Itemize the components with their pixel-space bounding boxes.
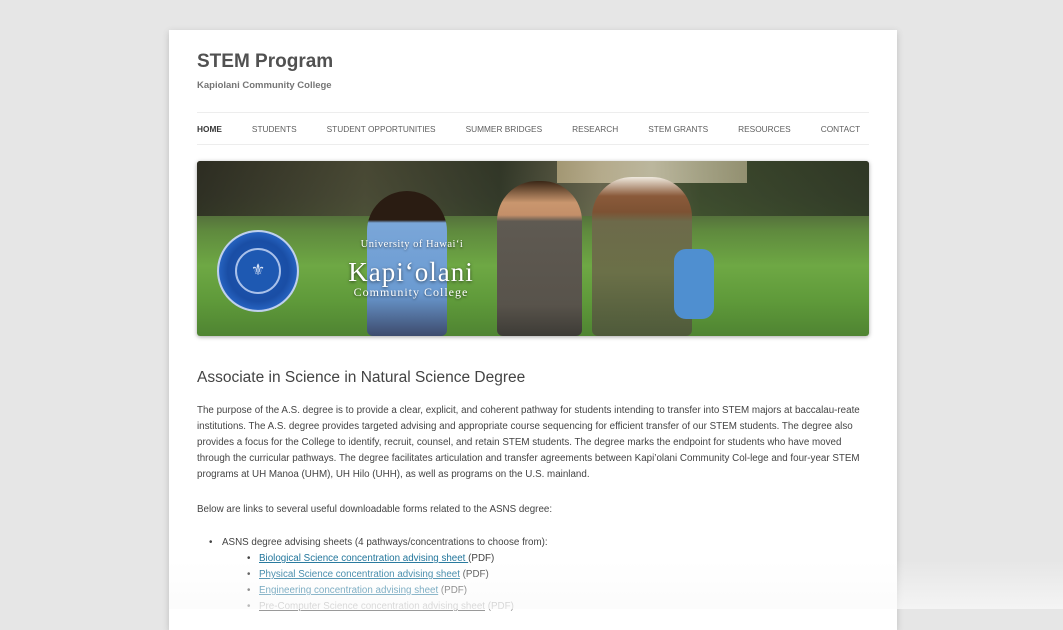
nav-item-summer-bridges[interactable]: SUMMER BRIDGES: [466, 124, 543, 134]
main-navigation: HOME STUDENTS STUDENT OPPORTUNITIES SUMM…: [197, 112, 869, 145]
entry-content: The purpose of the A.S. degree is to pro…: [197, 403, 869, 615]
pdf-label: (PDF): [468, 553, 495, 564]
banner-student-3: [592, 177, 714, 336]
pre-computer-science-sheet-link[interactable]: Pre-Computer Science concentration advis…: [259, 601, 485, 612]
list-item-text: ASNS degree advising sheets (4 pathways/…: [222, 537, 548, 548]
list-item: Physical Science concentration advising …: [222, 567, 548, 583]
pdf-label: (PDF): [485, 601, 514, 612]
nav-item-resources[interactable]: RESOURCES: [738, 124, 791, 134]
pdf-label: (PDF): [459, 569, 489, 580]
nav-item-research[interactable]: RESEARCH: [572, 124, 618, 134]
backpack: [674, 249, 714, 319]
advising-sheets-list: Biological Science concentration advisin…: [222, 551, 548, 615]
list-item: ASNS degree advising sheets (4 pathways/…: [209, 535, 548, 615]
list-item: Engineering concentration advising sheet…: [222, 583, 548, 599]
nav-item-home[interactable]: HOME: [197, 124, 222, 134]
engineering-sheet-link[interactable]: Engineering concentration advising sheet: [259, 585, 438, 596]
paragraph-links-intro: Below are links to several useful downlo…: [197, 504, 553, 515]
banner-college-sub: Community College: [353, 285, 469, 299]
page-container: STEM Program Kapiolani Community College…: [169, 30, 897, 630]
banner-uh-text: University of Hawai‘i: [360, 239, 464, 250]
header-banner-image: ⚜ University of Hawai‘i Kapi‘olani Commu…: [197, 161, 869, 336]
site-title[interactable]: STEM Program: [197, 51, 333, 73]
site-description: Kapiolani Community College: [197, 80, 332, 91]
seal-emblem-icon: ⚜: [235, 248, 281, 294]
biological-science-sheet-link[interactable]: Biological Science concentration advisin…: [259, 553, 468, 564]
physical-science-sheet-link[interactable]: Physical Science concentration advising …: [259, 569, 460, 580]
banner-college-name: Kapi‘olani: [348, 257, 474, 287]
list-item: Biological Science concentration advisin…: [222, 551, 548, 567]
paragraph-purpose: The purpose of the A.S. degree is to pro…: [197, 405, 860, 480]
nav-item-student-opportunities[interactable]: STUDENT OPPORTUNITIES: [327, 124, 436, 134]
university-seal-logo: ⚜: [217, 230, 299, 312]
nav-item-contact[interactable]: CONTACT: [821, 124, 860, 134]
list-item: Pre-Computer Science concentration advis…: [222, 599, 548, 615]
nav-item-stem-grants[interactable]: STEM GRANTS: [648, 124, 708, 134]
nav-item-students[interactable]: STUDENTS: [252, 124, 297, 134]
pdf-label: (PDF): [438, 585, 468, 596]
entry-title: Associate in Science in Natural Science …: [197, 369, 526, 386]
forms-list: ASNS degree advising sheets (4 pathways/…: [209, 535, 548, 615]
